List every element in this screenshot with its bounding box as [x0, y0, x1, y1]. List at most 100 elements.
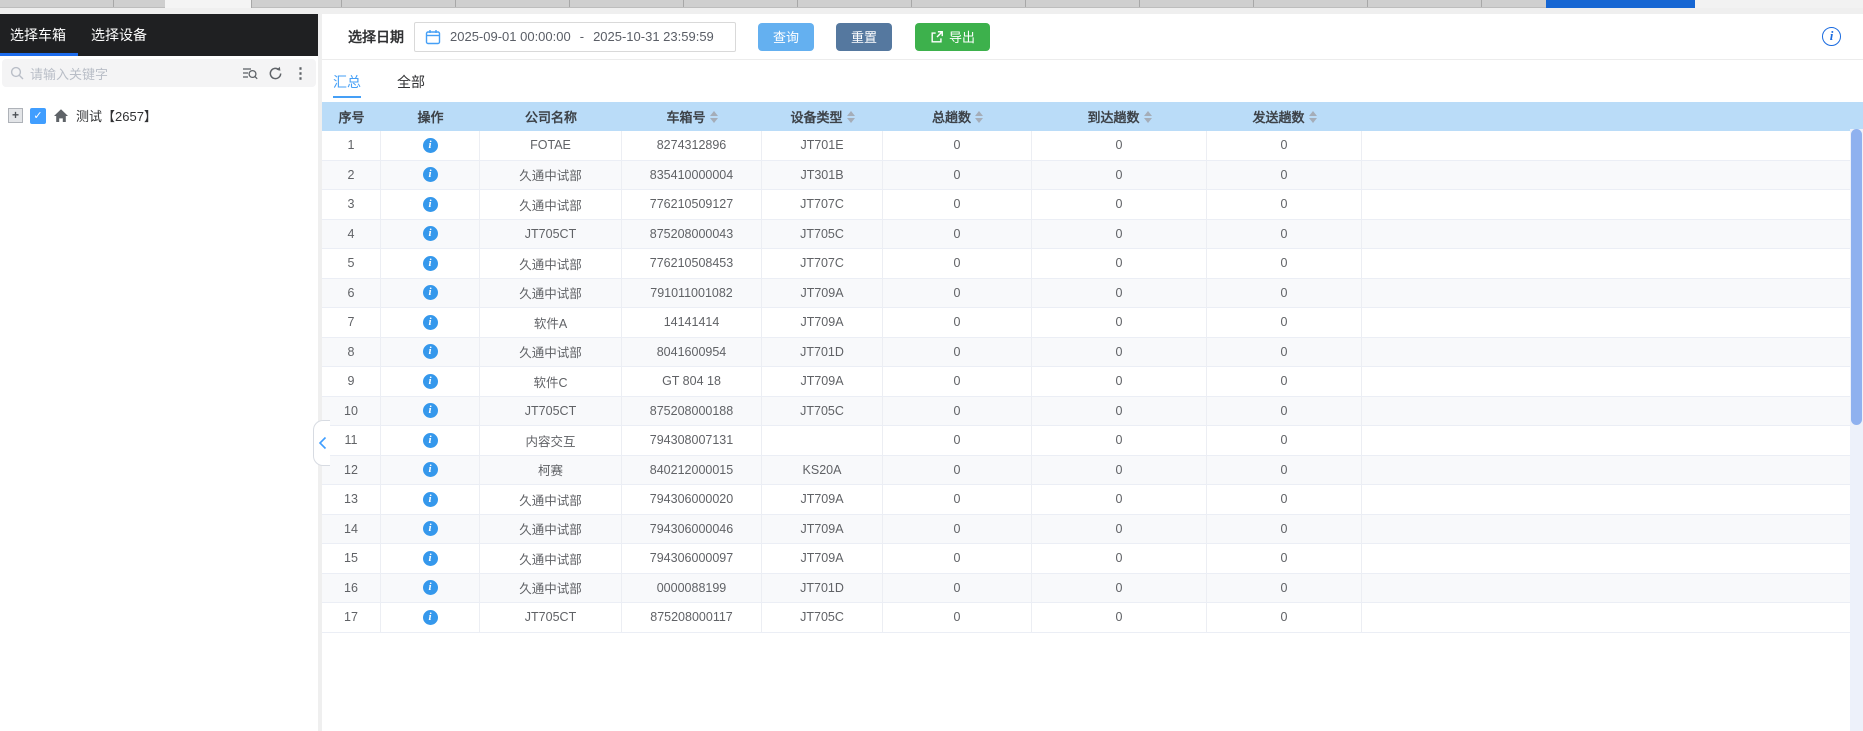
cell-company-name: 久通中试部 — [480, 485, 622, 514]
advanced-search-icon[interactable] — [242, 66, 258, 80]
cell-total-trips: 0 — [883, 603, 1032, 632]
row-info-icon[interactable]: i — [422, 137, 438, 153]
cell-operation: i — [381, 367, 480, 396]
row-info-icon[interactable]: i — [422, 521, 438, 537]
row-info-icon[interactable]: i — [422, 314, 438, 330]
row-info-icon[interactable]: i — [422, 285, 438, 301]
row-info-icon[interactable]: i — [422, 255, 438, 271]
cell-sent-trips: 0 — [1207, 603, 1362, 632]
export-button[interactable]: 导出 — [915, 22, 991, 51]
cell-device-type: JT707C — [762, 249, 883, 278]
sort-icon[interactable] — [709, 110, 718, 123]
column-header-label: 序号 — [338, 110, 365, 125]
column-header[interactable]: 到达趟数 — [1032, 107, 1207, 126]
more-options-icon[interactable]: ⋮ — [293, 66, 308, 81]
row-info-icon[interactable]: i — [422, 550, 438, 566]
cell-index: 6 — [322, 278, 381, 307]
row-info-icon[interactable]: i — [422, 432, 438, 448]
tree-node-label: 测试【2657】 — [76, 109, 157, 124]
page-info-icon[interactable]: i — [1822, 27, 1841, 46]
cell-total-trips: 0 — [883, 573, 1032, 602]
column-header[interactable]: 车箱号 — [622, 107, 762, 126]
cell-operation: i — [381, 514, 480, 543]
cell-company-name: 久通中试部 — [480, 337, 622, 366]
row-info-icon[interactable]: i — [422, 196, 438, 212]
cell-total-trips: 0 — [883, 131, 1032, 160]
table-row: 5 i 久通中试部 776210508453 JT707C 0 0 0 — [322, 249, 1863, 279]
sort-icon[interactable] — [975, 110, 983, 123]
cell-device-type: JT709A — [762, 367, 883, 396]
cell-box-number: 794306000020 — [622, 485, 762, 514]
sort-icon[interactable] — [1143, 110, 1152, 123]
cell-company-name: FOTAE — [480, 131, 622, 160]
row-info-icon[interactable]: i — [422, 373, 438, 389]
date-range-picker[interactable]: 2025-09-01 00:00:00 - 2025-10-31 23:59:5… — [414, 21, 736, 52]
refresh-icon[interactable] — [268, 66, 283, 81]
cell-box-number: 875208000117 — [622, 603, 762, 632]
sidebar-tab-select-device[interactable]: 选择设备 — [91, 14, 147, 56]
cell-box-number: 794306000046 — [622, 514, 762, 543]
row-info-icon[interactable]: i — [422, 344, 438, 360]
tree-node-root[interactable]: + ✓ 测试【2657】 — [8, 106, 318, 125]
cell-device-type — [762, 426, 883, 455]
column-header-label: 到达趟数 — [1087, 110, 1140, 125]
cell-arrived-trips: 0 — [1032, 219, 1207, 248]
table-row: 1 i FOTAE 8274312896 JT701E 0 0 0 — [322, 131, 1863, 161]
row-info-icon[interactable]: i — [422, 491, 438, 507]
cell-operation: i — [381, 573, 480, 602]
cell-arrived-trips: 0 — [1032, 131, 1207, 160]
cell-total-trips: 0 — [883, 160, 1032, 189]
top-strip-end — [1695, 0, 1863, 8]
column-header-label: 操作 — [417, 110, 444, 125]
cell-index: 1 — [322, 131, 381, 160]
tab-all-label: 全部 — [397, 74, 425, 90]
cell-arrived-trips: 0 — [1032, 396, 1207, 425]
reset-button[interactable]: 重置 — [836, 22, 893, 51]
cell-index: 14 — [322, 514, 381, 543]
sidebar-tab-select-carriage[interactable]: 选择车箱 — [0, 14, 78, 56]
cell-device-type: JT705C — [762, 603, 883, 632]
cell-filler — [1362, 279, 1863, 308]
cell-arrived-trips: 0 — [1032, 603, 1207, 632]
cell-box-number: 776210509127 — [622, 190, 762, 219]
tab-summary[interactable]: 汇总 — [333, 72, 361, 102]
cell-device-type: JT701E — [762, 131, 883, 160]
cell-filler — [1362, 308, 1863, 337]
cell-index: 16 — [322, 573, 381, 602]
query-button[interactable]: 查询 — [758, 22, 815, 51]
cell-sent-trips: 0 — [1207, 544, 1362, 573]
column-header[interactable]: 总趟数 — [883, 107, 1032, 126]
column-header[interactable]: 发送趟数 — [1207, 107, 1362, 126]
tab-all[interactable]: 全部 — [397, 72, 425, 102]
row-info-icon[interactable]: i — [422, 403, 438, 419]
row-info-icon[interactable]: i — [422, 462, 438, 478]
date-end-value: 2025-10-31 23:59:59 — [593, 29, 714, 44]
row-info-icon[interactable]: i — [422, 580, 438, 596]
cell-company-name: 柯赛 — [480, 455, 622, 484]
tree-expand-icon[interactable]: + — [8, 108, 23, 123]
vertical-scrollbar-thumb[interactable] — [1851, 129, 1862, 425]
date-start-value: 2025-09-01 00:00:00 — [450, 29, 571, 44]
cell-arrived-trips: 0 — [1032, 426, 1207, 455]
row-info-icon[interactable]: i — [422, 226, 438, 242]
tree-checkbox[interactable]: ✓ — [30, 107, 46, 124]
sidebar-collapse-handle[interactable] — [313, 420, 330, 466]
cell-sent-trips: 0 — [1207, 131, 1362, 160]
cell-operation: i — [381, 396, 480, 425]
cell-filler — [1362, 456, 1863, 485]
row-info-icon[interactable]: i — [422, 167, 438, 183]
sort-icon[interactable] — [846, 110, 855, 123]
sort-icon[interactable] — [1308, 110, 1317, 123]
sidebar-tab-label: 选择车箱 — [10, 27, 66, 43]
top-scrollbar-thumb[interactable] — [1546, 0, 1695, 8]
toolbar: 选择日期 2025-09-01 00:00:00 - 2025-10-31 23… — [322, 14, 1863, 60]
vertical-scrollbar[interactable] — [1850, 129, 1863, 731]
cell-arrived-trips: 0 — [1032, 190, 1207, 219]
cell-device-type: JT709A — [762, 485, 883, 514]
cell-company-name: 久通中试部 — [480, 249, 622, 278]
cell-operation: i — [381, 426, 480, 455]
row-info-icon[interactable]: i — [422, 609, 438, 625]
sidebar-search-bar[interactable]: 请输入关键字 ⋮ — [2, 59, 316, 87]
column-header[interactable]: 设备类型 — [762, 107, 883, 126]
table-row: 3 i 久通中试部 776210509127 JT707C 0 0 0 — [322, 190, 1863, 220]
